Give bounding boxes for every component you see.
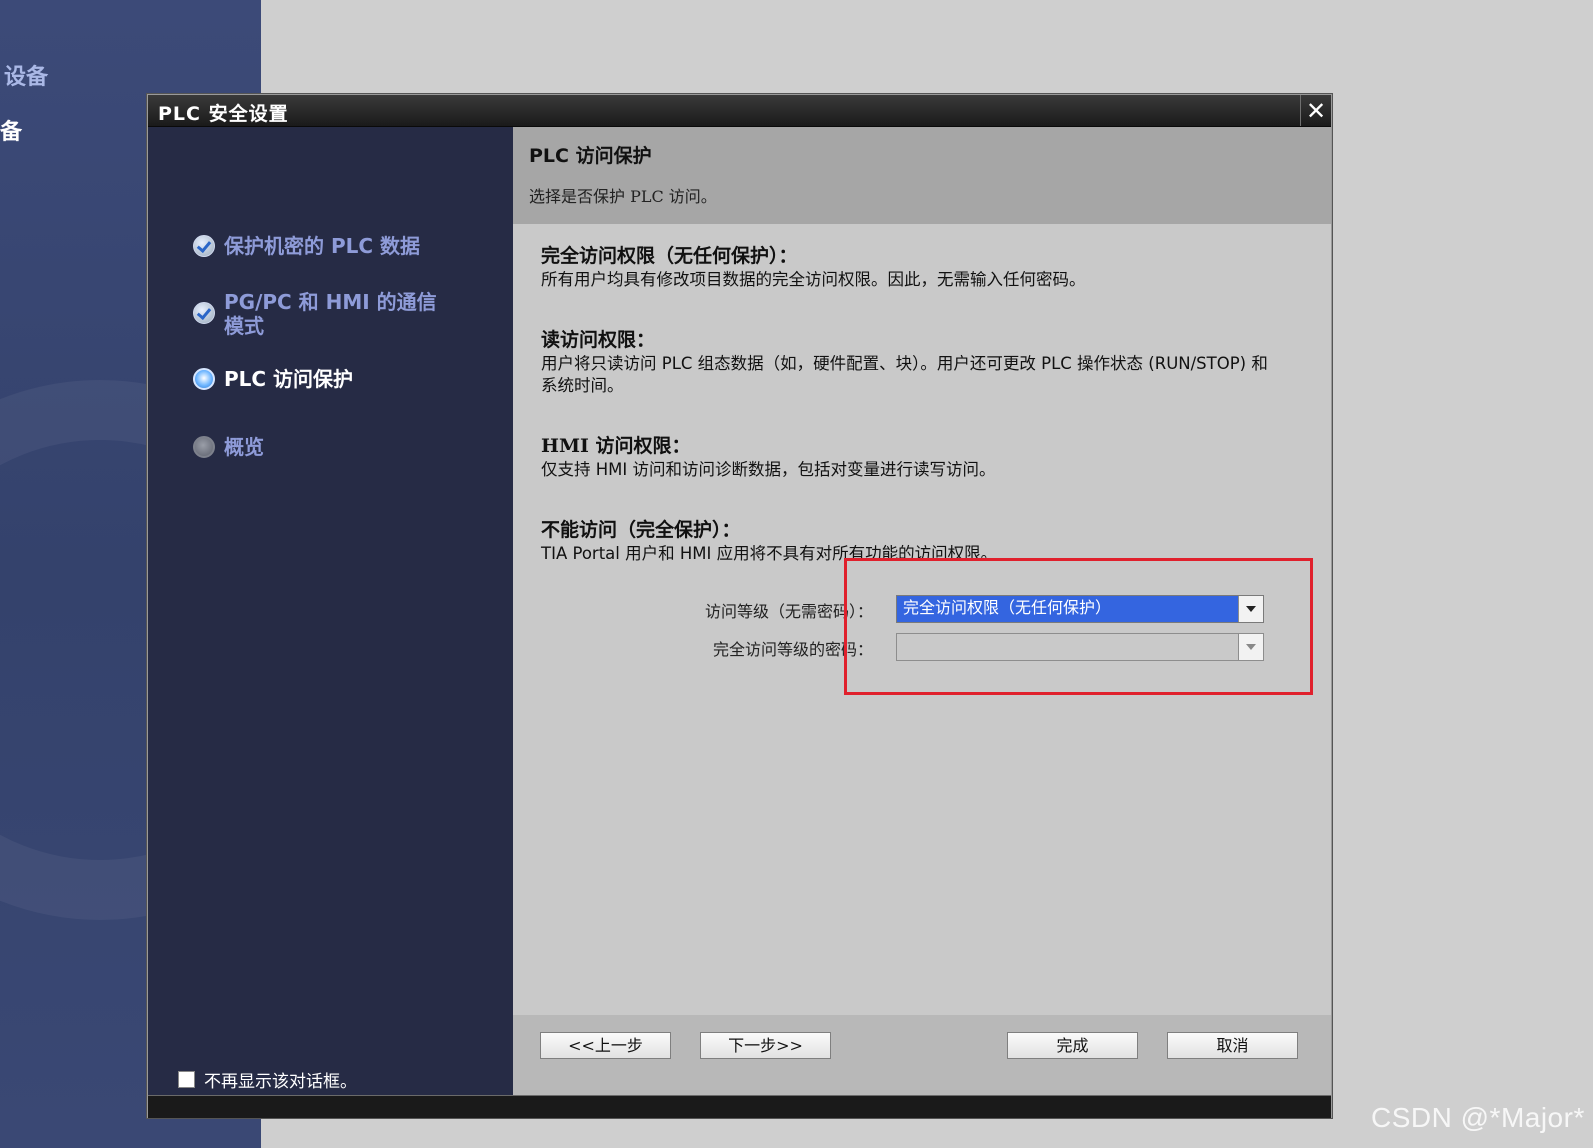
page-subtitle: 选择是否保护 PLC 访问。 <box>529 187 717 206</box>
chevron-down-icon <box>1246 644 1256 650</box>
nav-item-label: 保护机密的 PLC 数据 <box>224 234 421 258</box>
wizard-nav: 保护机密的 PLC 数据 PG/PC 和 HMI 的通信模式 PLC 访问保护 … <box>148 127 512 1095</box>
section-title: HMI 访问权限： <box>541 435 691 457</box>
bg-nav-item-devices-2[interactable]: 备 <box>0 114 22 146</box>
close-icon: ✕ <box>1305 96 1327 125</box>
section-description: 仅支持 HMI 访问和访问诊断数据，包括对变量进行读写访问。 <box>541 460 996 479</box>
nav-item-label: 概览 <box>224 435 264 459</box>
dont-show-again-label: 不再显示该对话框。 <box>204 1072 357 1092</box>
dialog-bottom-bar <box>148 1095 1331 1118</box>
plc-security-dialog: PLC 安全设置 ✕ 保护机密的 PLC 数据 PG/PC 和 HMI 的通信模… <box>147 94 1332 1118</box>
section-full-access: 完全访问权限（无任何保护）： 所有用户均具有修改项目数据的完全访问权限。因此，无… <box>541 244 1321 291</box>
nav-item-label: PG/PC 和 HMI 的通信模式 <box>224 290 437 338</box>
section-title: 不能访问（完全保护）： <box>541 519 741 541</box>
checkmark-icon <box>193 302 215 324</box>
nav-item-plc-access-protection[interactable]: PLC 访问保护 <box>193 367 454 391</box>
close-button[interactable]: ✕ <box>1300 95 1331 126</box>
radio-active-icon <box>193 368 215 390</box>
wizard-content: PLC 访问保护 选择是否保护 PLC 访问。 完全访问权限（无任何保护）： 所… <box>513 127 1331 1095</box>
access-level-value: 完全访问权限（无任何保护） <box>903 598 1112 617</box>
section-no-access: 不能访问（完全保护）： TIA Portal 用户和 HMI 应用将不具有对所有… <box>541 518 1321 565</box>
radio-pending-icon <box>193 436 215 458</box>
chevron-down-icon <box>1246 606 1256 612</box>
watermark: CSDN @*Major* <box>1371 1102 1585 1133</box>
bg-nav-item-devices[interactable]: 设备 <box>4 59 48 91</box>
section-title: 读访问权限： <box>541 329 656 351</box>
section-title: 完全访问权限（无任何保护）： <box>541 245 798 267</box>
dialog-titlebar[interactable]: PLC 安全设置 ✕ <box>148 95 1331 127</box>
dialog-title: PLC 安全设置 <box>158 103 289 125</box>
finish-button[interactable]: 完成 <box>1007 1032 1138 1059</box>
access-level-select[interactable]: 完全访问权限（无任何保护） <box>896 595 1264 623</box>
section-description: TIA Portal 用户和 HMI 应用将不具有对所有功能的访问权限。 <box>541 544 998 563</box>
password-field[interactable] <box>896 633 1264 661</box>
nav-item-communication-mode[interactable]: PG/PC 和 HMI 的通信模式 <box>193 290 454 338</box>
cancel-button[interactable]: 取消 <box>1167 1032 1298 1059</box>
section-read-access: 读访问权限： 用户将只读访问 PLC 组态数据（如，硬件配置、块）。用户还可更改… <box>541 328 1281 397</box>
access-level-label: 访问等级（无需密码）： <box>704 602 873 621</box>
dont-show-again-checkbox[interactable] <box>178 1071 195 1088</box>
button-bar: <<上一步 下一步>> 完成 取消 <box>513 1015 1331 1095</box>
dont-show-again-option[interactable]: 不再显示该对话框。 <box>178 1067 357 1092</box>
password-label: 完全访问等级的密码： <box>712 640 873 659</box>
password-dropdown-button[interactable] <box>1238 634 1263 660</box>
nav-item-overview[interactable]: 概览 <box>193 435 454 459</box>
section-hmi-access: HMI 访问权限： 仅支持 HMI 访问和访问诊断数据，包括对变量进行读写访问。 <box>541 434 1321 481</box>
section-description: 所有用户均具有修改项目数据的完全访问权限。因此，无需输入任何密码。 <box>541 270 1086 289</box>
content-header: PLC 访问保护 选择是否保护 PLC 访问。 <box>513 127 1331 224</box>
nav-item-label: PLC 访问保护 <box>224 367 354 391</box>
page-title: PLC 访问保护 <box>529 145 652 167</box>
access-level-dropdown-button[interactable] <box>1238 596 1263 622</box>
next-button[interactable]: 下一步>> <box>700 1032 831 1059</box>
prev-button[interactable]: <<上一步 <box>540 1032 671 1059</box>
checkmark-icon <box>193 235 215 257</box>
section-description: 用户将只读访问 PLC 组态数据（如，硬件配置、块）。用户还可更改 PLC 操作… <box>541 354 1268 395</box>
nav-item-protect-plc-data[interactable]: 保护机密的 PLC 数据 <box>193 234 454 258</box>
